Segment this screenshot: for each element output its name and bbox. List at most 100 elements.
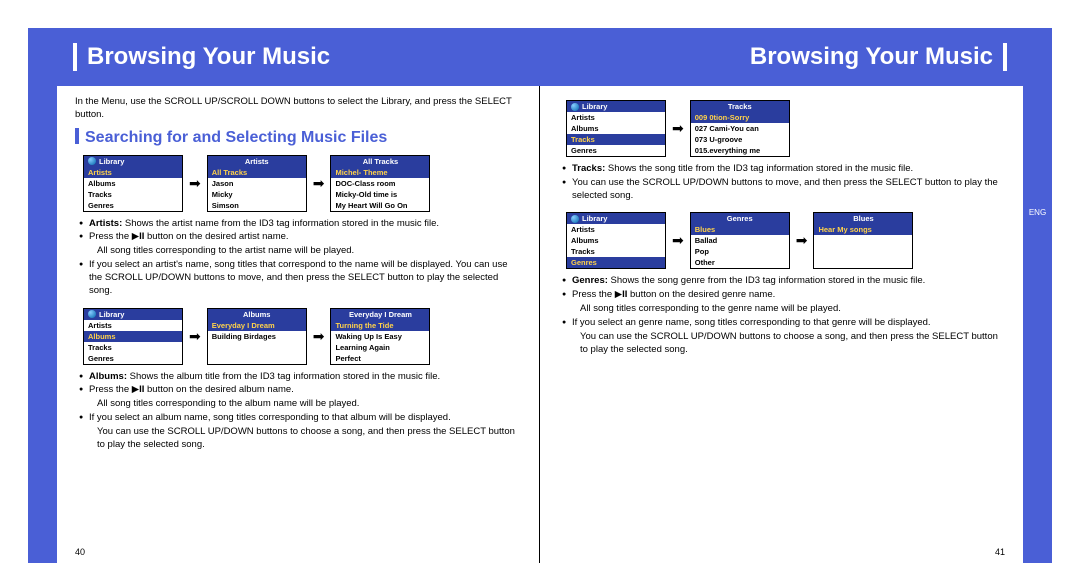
arrow-right-icon: ➡ [189,328,201,345]
manual-spread: Browsing Your Music Browsing Your Music … [28,28,1052,563]
list-item: Artists [567,224,665,235]
screen-title: Blues [853,214,873,223]
list-item: Genres [84,200,182,211]
list-item: Jason [208,178,306,189]
disc-icon [571,103,579,111]
selected-item: Blues [691,224,789,235]
disc-icon [571,215,579,223]
list-item: Tracks [84,342,182,353]
arrow-right-icon: ➡ [672,120,684,137]
selected-item: Everyday I Dream [208,320,306,331]
screen-library: Library Artists Albums Tracks Genres [83,308,183,365]
list-item: DOC-Class room [331,178,429,189]
genres-screens: Library Artists Albums Tracks Genres ➡ G… [566,212,1005,269]
bullet: If you select an artist's name, song tit… [79,259,521,297]
list-item: Albums [567,123,665,134]
list-item: Simson [208,200,306,211]
screen-genres: Genres Blues Ballad Pop Other [690,212,790,269]
genres-notes: Genres: Shows the song genre from the ID… [562,275,1005,356]
bullet: Artists: Shows the artist name from the … [79,218,521,231]
list-item: Building Birdages [208,331,306,342]
screen-alltracks: All Tracks Michel- Theme DOC-Class room … [330,155,430,212]
list-item: Ballad [691,235,789,246]
bullet: You can use the SCROLL UP/DOWN buttons t… [562,177,1005,203]
selected-item: Albums [84,331,182,342]
disc-icon [88,157,96,165]
list-item: Tracks [84,189,182,200]
bullet-sub: You can use the SCROLL UP/DOWN buttons t… [79,426,521,452]
list-item: Genres [84,353,182,364]
bullet-sub: You can use the SCROLL UP/DOWN buttons t… [562,331,1005,357]
bullet: Press the ▶II button on the desired genr… [562,289,1005,302]
screen-title: Library [99,157,124,166]
page-number-left: 40 [75,547,85,557]
albums-notes: Albums: Shows the album title from the I… [79,371,521,452]
selected-item: 009 0tion-Sorry [691,112,789,123]
screen-artists: Artists All Tracks Jason Micky Simson [207,155,307,212]
list-item: Tracks [567,246,665,257]
page-title-right: Browsing Your Music [750,43,1007,71]
list-item: Albums [567,235,665,246]
selected-item: All Tracks [208,167,306,178]
screen-title: Library [582,102,607,111]
tracks-notes: Tracks: Shows the song title from the ID… [562,163,1005,202]
language-tab: ENG [1023,192,1052,232]
list-item: Micky [208,189,306,200]
list-item: 027 Cami-You can [691,123,789,134]
arrow-right-icon: ➡ [313,175,325,192]
page-41: Library Artists Albums Tracks Genres ➡ T… [540,86,1023,563]
intro-text: In the Menu, use the SCROLL UP/SCROLL DO… [75,96,521,122]
list-item: Pop [691,246,789,257]
section-heading-text: Searching for and Selecting Music Files [85,129,387,146]
screen-title: Everyday I Dream [349,310,412,319]
bullet-sub: All song titles corresponding to the art… [79,245,521,258]
list-item: Learning Again [331,342,429,353]
arrow-right-icon: ➡ [796,232,808,249]
screen-library: Library Artists Albums Tracks Genres [566,100,666,157]
arrow-right-icon: ➡ [313,328,325,345]
heading-bar-icon [75,128,79,144]
bullet: Press the ▶II button on the desired arti… [79,231,521,244]
list-item: 073 U-groove [691,134,789,145]
list-item: My Heart Will Go On [331,200,429,211]
disc-icon [88,310,96,318]
screen-album-tracks: Everyday I Dream Turning the Tide Waking… [330,308,430,365]
selected-item: Michel- Theme [331,167,429,178]
screen-albums: Albums Everyday I Dream Building Birdage… [207,308,307,365]
section-heading: Searching for and Selecting Music Files [75,128,521,147]
page-title-left: Browsing Your Music [73,43,330,71]
screen-title: Library [582,214,607,223]
albums-screens: Library Artists Albums Tracks Genres ➡ A… [83,308,521,365]
arrow-right-icon: ➡ [672,232,684,249]
list-item: Genres [567,145,665,156]
selected-item: Tracks [567,134,665,145]
list-item: Micky-Old time is [331,189,429,200]
list-item: Other [691,257,789,268]
selected-item: Artists [84,167,182,178]
bullet-sub: All song titles corresponding to the gen… [562,303,1005,316]
list-item: 015.everything me [691,145,789,156]
tracks-screens: Library Artists Albums Tracks Genres ➡ T… [566,100,1005,157]
list-item: Waking Up Is Easy [331,331,429,342]
selected-item: Hear My songs [814,224,912,235]
left-margin [28,28,57,563]
bullet: Tracks: Shows the song title from the ID… [562,163,1005,176]
list-item: Perfect [331,353,429,364]
arrow-right-icon: ➡ [189,175,201,192]
list-item: Albums [84,178,182,189]
selected-item: Turning the Tide [331,320,429,331]
screen-title: Tracks [728,102,752,111]
right-margin [1023,28,1052,563]
page-40: In the Menu, use the SCROLL UP/SCROLL DO… [57,86,540,563]
artists-notes: Artists: Shows the artist name from the … [79,218,521,298]
screen-genre-tracks: Blues Hear My songs [813,212,913,269]
artists-screens: Library Artists Albums Tracks Genres ➡ A… [83,155,521,212]
page-number-right: 41 [995,547,1005,557]
bullet: If you select an album name, song titles… [79,412,521,425]
screen-title: Artists [245,157,269,166]
screen-library: Library Artists Albums Tracks Genres [83,155,183,212]
bullet: Genres: Shows the song genre from the ID… [562,275,1005,288]
screen-title: All Tracks [363,157,398,166]
bullet: Press the ▶II button on the desired albu… [79,384,521,397]
header: Browsing Your Music Browsing Your Music [28,28,1052,86]
